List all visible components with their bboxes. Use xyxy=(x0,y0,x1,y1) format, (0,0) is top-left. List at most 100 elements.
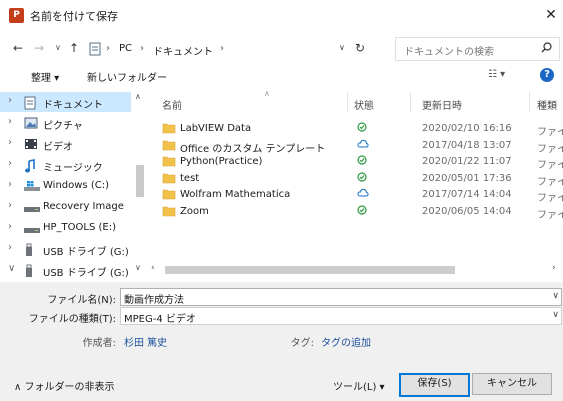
nav-item[interactable]: › ビデオ xyxy=(0,134,131,154)
file-row[interactable]: LabVIEW Data 2020/02/10 16:16 ファイ xyxy=(148,120,563,138)
nav-item[interactable]: › USB ドライブ (G:) xyxy=(0,239,131,259)
file-list: 名前 ∧ 状態 更新日時 種類 LabVIEW Data 2020/02/10 1… xyxy=(148,89,563,262)
documents-icon xyxy=(89,42,101,56)
cancel-button[interactable]: キャンセル xyxy=(472,373,552,395)
navigation-pane: › ドキュメント › ピクチャ › ビデオ › ミュージック › Windows (C:) › Rec… xyxy=(0,92,147,278)
synced-check-icon xyxy=(357,122,367,132)
file-row[interactable]: Zoom 2020/06/05 14:04 ファイ xyxy=(148,203,563,221)
filetype-dropdown-icon[interactable]: ∨ xyxy=(552,310,559,320)
file-date: 2020/05/01 17:36 xyxy=(422,172,512,184)
file-row[interactable]: Python(Practice) 2020/01/22 11:07 ファイ xyxy=(148,153,563,171)
save-options-panel: ファイル名(N): 動画作成方法 ∨ ファイルの種類(T): MPEG-4 ビデ… xyxy=(0,282,563,401)
nav-item[interactable]: › ドキュメント xyxy=(0,92,131,112)
filename-input[interactable]: 動画作成方法 ∨ xyxy=(120,288,562,306)
add-tag-link[interactable]: タグの追加 xyxy=(321,334,371,349)
help-icon[interactable]: ? xyxy=(540,68,554,82)
back-arrow-icon[interactable]: ← xyxy=(13,39,23,57)
expand-chevron-icon[interactable]: › xyxy=(8,242,12,253)
synced-check-icon xyxy=(357,171,367,182)
view-options-button[interactable]: ☷ ▾ xyxy=(488,69,505,80)
nav-item[interactable]: › Recovery Image xyxy=(0,197,131,217)
nav-scrollbar-thumb[interactable] xyxy=(136,165,144,197)
file-name: LabVIEW Data xyxy=(180,123,252,134)
column-header-date[interactable]: 更新日時 xyxy=(422,97,462,112)
nav-item-label: Recovery Image xyxy=(43,201,124,212)
filename-label: ファイル名(N): xyxy=(47,295,116,306)
expand-chevron-icon[interactable]: › xyxy=(8,116,12,127)
search-input[interactable]: ドキュメントの検索 xyxy=(395,37,560,61)
pictures-icon xyxy=(24,117,38,129)
hide-folders-toggle[interactable]: ∧ フォルダーの非表示 xyxy=(14,378,115,393)
drive-icon xyxy=(24,222,40,234)
usb-drive-icon xyxy=(24,264,34,278)
new-folder-button[interactable]: 新しいフォルダー xyxy=(87,69,167,84)
column-divider[interactable] xyxy=(410,92,411,112)
videos-icon xyxy=(24,138,38,150)
close-button[interactable]: ✕ xyxy=(540,4,562,26)
folder-icon xyxy=(162,188,176,200)
scroll-up-icon[interactable]: ∧ xyxy=(135,92,141,101)
address-bar[interactable]: › PC › ドキュメント › ∨ ↻ xyxy=(86,37,413,61)
up-arrow-icon[interactable]: ↑ xyxy=(69,39,79,57)
nav-item-label: Windows (C:) xyxy=(43,180,109,191)
save-button[interactable]: 保存(S) xyxy=(399,373,470,397)
organize-button[interactable]: 整理 ▾ xyxy=(31,69,59,84)
folder-icon xyxy=(162,155,176,167)
file-name: Zoom xyxy=(180,205,209,217)
refresh-icon[interactable]: ↻ xyxy=(355,41,365,55)
nav-item-label: ピクチャ xyxy=(43,121,83,132)
breadcrumb-separator: › xyxy=(106,43,110,54)
synced-check-icon xyxy=(357,155,367,165)
expand-chevron-icon[interactable]: › xyxy=(8,137,12,148)
column-header-name[interactable]: 名前 xyxy=(162,97,182,112)
scroll-left-icon[interactable]: ‹ xyxy=(151,263,155,273)
recent-locations-chevron-icon[interactable]: ∨ xyxy=(55,39,61,57)
nav-item-label: USB ドライブ (G:) xyxy=(43,247,129,258)
expand-chevron-icon[interactable]: ∨ xyxy=(8,263,15,274)
drive-icon xyxy=(24,201,40,213)
nav-item[interactable]: ∨ USB ドライブ (G:) xyxy=(0,260,131,278)
nav-item[interactable]: › ミュージック xyxy=(0,155,131,175)
file-name: Python(Practice) xyxy=(180,156,263,167)
horizontal-scrollbar-thumb[interactable] xyxy=(165,266,455,274)
nav-item-label: ビデオ xyxy=(43,142,73,153)
expand-chevron-icon[interactable]: › xyxy=(8,179,12,190)
filetype-select[interactable]: MPEG-4 ビデオ ∨ xyxy=(120,307,562,325)
nav-item-label: USB ドライブ (G:) xyxy=(43,268,129,278)
folder-icon xyxy=(162,122,176,134)
expand-chevron-icon[interactable]: › xyxy=(8,221,12,232)
breadcrumb-documents[interactable]: ドキュメント xyxy=(153,43,213,58)
scroll-down-icon[interactable]: ∨ xyxy=(135,263,141,272)
file-row[interactable]: test 2020/05/01 17:36 ファイ xyxy=(148,170,563,188)
filetype-value: MPEG-4 ビデオ xyxy=(124,314,196,325)
folder-icon xyxy=(162,205,176,217)
author-label: 作成者: xyxy=(82,338,116,349)
nav-item-label: ミュージック xyxy=(43,163,103,174)
synced-check-icon xyxy=(357,204,367,215)
expand-chevron-icon[interactable]: › xyxy=(8,200,12,211)
nav-item[interactable]: › HP_TOOLS (E:) xyxy=(0,218,131,238)
column-divider[interactable] xyxy=(529,92,530,112)
nav-item[interactable]: › Windows (C:) xyxy=(0,176,131,196)
file-date: 2020/06/05 14:04 xyxy=(422,205,512,217)
column-header-status[interactable]: 状態 xyxy=(354,97,374,112)
cloud-only-icon xyxy=(357,139,369,149)
scroll-right-icon[interactable]: › xyxy=(552,263,556,273)
author-value[interactable]: 杉田 篤史 xyxy=(124,334,167,349)
address-dropdown-icon[interactable]: ∨ xyxy=(339,43,345,52)
column-divider[interactable] xyxy=(347,92,348,112)
horizontal-scrollbar[interactable]: ‹ › xyxy=(148,262,563,277)
column-header-type[interactable]: 種類 xyxy=(537,97,557,112)
expand-chevron-icon[interactable]: › xyxy=(8,95,12,106)
file-row[interactable]: Wolfram Mathematica 2017/07/14 14:04 ファイ xyxy=(148,186,563,204)
tools-menu-button[interactable]: ツール(L) ▾ xyxy=(333,378,385,393)
breadcrumb-separator: › xyxy=(220,43,224,54)
documents-icon xyxy=(24,96,36,110)
forward-arrow-icon[interactable]: → xyxy=(34,39,44,57)
breadcrumb-pc[interactable]: PC xyxy=(119,43,132,54)
search-icon[interactable] xyxy=(541,42,552,53)
filename-dropdown-icon[interactable]: ∨ xyxy=(552,291,559,301)
expand-chevron-icon[interactable]: › xyxy=(8,158,12,169)
nav-item[interactable]: › ピクチャ xyxy=(0,113,131,133)
file-row[interactable]: Office のカスタム テンプレート 2017/04/18 13:07 ファイ xyxy=(148,137,563,155)
